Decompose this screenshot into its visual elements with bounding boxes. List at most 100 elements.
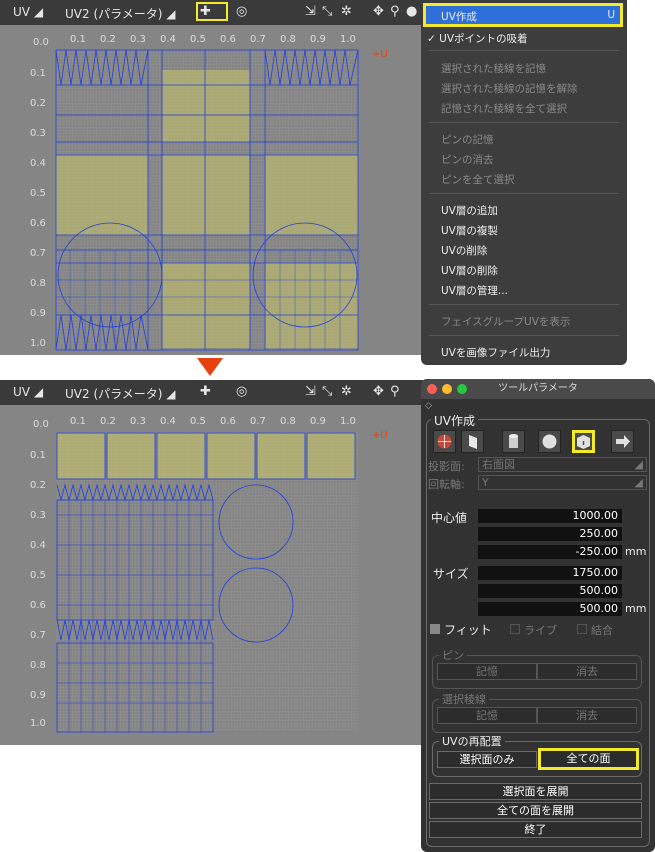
all-faces-button[interactable]: 全ての面 bbox=[538, 748, 639, 770]
rotation-select[interactable]: Y ◢ bbox=[478, 475, 647, 490]
finish-button[interactable]: 終了 bbox=[429, 821, 642, 838]
edge-erase-button[interactable]: 消去 bbox=[537, 707, 637, 724]
menu-separator bbox=[429, 335, 619, 336]
menu-item-select-all-pins[interactable]: ピンを全て選択 bbox=[441, 172, 515, 187]
projection-cylinder-button[interactable] bbox=[502, 430, 525, 453]
axis-col-label: 0.2 bbox=[100, 416, 116, 427]
pin-remember-button[interactable]: 記憶 bbox=[437, 663, 537, 680]
merge-label: 結合 bbox=[591, 624, 613, 637]
projection-box-button[interactable] bbox=[572, 430, 595, 453]
menu-separator bbox=[429, 304, 619, 305]
uv2-menu-button[interactable]: UV2 (パラメータ) ◢ bbox=[65, 5, 176, 22]
uv2-menu-button[interactable]: UV2 (パラメータ) ◢ bbox=[65, 385, 176, 402]
uv-viewport-top[interactable]: 0.0 0.1 0.2 0.3 0.4 0.5 0.6 0.7 0.8 0.9 … bbox=[0, 25, 423, 355]
scale-icon[interactable]: ⤡ bbox=[322, 4, 332, 19]
menu-item-add-uv-layer[interactable]: UV層の追加 bbox=[441, 203, 498, 218]
uv-tool-icon[interactable]: ✚ bbox=[200, 384, 211, 399]
size-x-field[interactable]: 1750.00 bbox=[478, 566, 622, 580]
projection-sphere-button[interactable] bbox=[433, 430, 456, 453]
face bbox=[106, 432, 156, 480]
fit-label: フィット bbox=[444, 623, 492, 637]
scale-icon[interactable]: ⤡ bbox=[322, 384, 332, 399]
menu-separator bbox=[429, 193, 619, 194]
pan-icon[interactable]: ✥ bbox=[373, 384, 384, 399]
edge-remember-button[interactable]: 記憶 bbox=[437, 707, 537, 724]
fit-checkbox[interactable] bbox=[430, 624, 440, 634]
axis-row-label: 0.5 bbox=[30, 188, 46, 199]
pin-erase-button[interactable]: 消去 bbox=[537, 663, 637, 680]
axis-row-label: 0.2 bbox=[30, 98, 46, 109]
circle-icon[interactable]: ● bbox=[406, 4, 417, 19]
gear-icon[interactable]: ✲ bbox=[341, 384, 352, 399]
size-z-field[interactable]: 500.00 bbox=[478, 602, 622, 616]
projection-select[interactable]: 右面図 ◢ bbox=[478, 457, 647, 472]
center-y-field[interactable]: 250.00 bbox=[478, 527, 622, 541]
uv-label: UV bbox=[13, 5, 30, 19]
gear-icon[interactable]: ✲ bbox=[341, 4, 352, 19]
axis-row-label: 0.4 bbox=[30, 158, 46, 169]
projection-arrow-button[interactable] bbox=[611, 430, 634, 453]
axis-row-label: 0.5 bbox=[30, 570, 46, 581]
axis-row-label: 1.0 bbox=[30, 338, 46, 349]
size-label: サイズ bbox=[433, 567, 469, 581]
merge-checkbox[interactable] bbox=[577, 624, 587, 634]
projection-plane-button[interactable] bbox=[461, 430, 484, 453]
uv-viewport-bottom[interactable]: 0.0 0.1 0.2 0.3 0.4 0.5 0.6 0.7 0.8 0.9 … bbox=[0, 405, 423, 745]
uv-canvas-bottom bbox=[56, 432, 358, 733]
zoom-icon[interactable]: ⚲ bbox=[390, 4, 400, 19]
panel-handle-icon[interactable]: ◇ bbox=[425, 401, 432, 411]
close-icon[interactable] bbox=[427, 384, 437, 394]
axis-row-label: 0.1 bbox=[30, 450, 46, 461]
menu-item-snap-uv-points[interactable]: ✓ UVポイントの吸着 bbox=[427, 31, 528, 46]
target-icon[interactable]: ◎ bbox=[236, 4, 247, 19]
live-checkbox[interactable] bbox=[510, 624, 520, 634]
axis-row-label: 0.8 bbox=[30, 660, 46, 671]
menu-item-duplicate-uv-layer[interactable]: UV層の複製 bbox=[441, 223, 498, 238]
menu-item-manage-uv-layers[interactable]: UV層の管理... bbox=[441, 283, 508, 298]
axis-row-label: 0.9 bbox=[30, 308, 46, 319]
axis-col-label: 1.0 bbox=[340, 416, 356, 427]
projection-ball-button[interactable] bbox=[538, 430, 561, 453]
menu-item-delete-uv-layer[interactable]: UV層の削除 bbox=[441, 263, 498, 278]
relayout-group-label: UVの再配置 bbox=[439, 733, 505, 749]
axis-col-label: 0.8 bbox=[280, 416, 296, 427]
menu-item-forget-edges[interactable]: 選択された稜線の記憶を解除 bbox=[441, 81, 578, 96]
face bbox=[162, 155, 250, 235]
uv-menu-button[interactable]: UV ◢ bbox=[13, 5, 43, 19]
axis-col-label: 0.2 bbox=[100, 34, 116, 45]
uv-menu-button[interactable]: UV ◢ bbox=[13, 385, 43, 399]
center-z-field[interactable]: -250.00 bbox=[478, 545, 622, 559]
axis-row-label: 0.6 bbox=[30, 218, 46, 229]
menu-item-export-uv-image[interactable]: UVを画像ファイル出力 bbox=[441, 345, 550, 360]
axis-col-label: 0.4 bbox=[160, 416, 176, 427]
center-x-field[interactable]: 1000.00 bbox=[478, 509, 622, 523]
axis-col-label: 0.0 bbox=[33, 419, 49, 430]
rotation-label: 回転軸: bbox=[428, 478, 465, 491]
expand-all-faces-button[interactable]: 全ての面を展開 bbox=[429, 802, 642, 819]
expand-selected-faces-button[interactable]: 選択面を展開 bbox=[429, 783, 642, 800]
uv-tool-highlight bbox=[196, 2, 228, 21]
move-icon[interactable]: ⇲ bbox=[305, 384, 316, 399]
axis-col-label: 0.6 bbox=[220, 416, 236, 427]
move-icon[interactable]: ⇲ bbox=[305, 4, 316, 19]
menu-item-remember-edges[interactable]: 選択された稜線を記憶 bbox=[441, 61, 546, 76]
face bbox=[206, 432, 256, 480]
axis-corner-mark: +U bbox=[372, 430, 388, 441]
selected-faces-only-button[interactable]: 選択面のみ bbox=[437, 751, 537, 768]
menu-item-erase-pins[interactable]: ピンの消去 bbox=[441, 152, 494, 167]
minimize-icon[interactable] bbox=[442, 384, 452, 394]
menu-item-delete-uv[interactable]: UVの削除 bbox=[441, 243, 487, 258]
face bbox=[265, 155, 358, 235]
size-y-field[interactable]: 500.00 bbox=[478, 584, 622, 598]
zoom-window-icon[interactable] bbox=[457, 384, 467, 394]
pan-icon[interactable]: ✥ bbox=[373, 4, 384, 19]
menu-item-show-facegroup-uv[interactable]: フェイスグループUVを表示 bbox=[441, 314, 570, 329]
zoom-icon[interactable]: ⚲ bbox=[390, 384, 400, 399]
menu-item-remember-pins[interactable]: ピンの記憶 bbox=[441, 132, 494, 147]
axis-col-label: 0.3 bbox=[130, 34, 146, 45]
live-label: ライブ bbox=[524, 624, 557, 637]
menu-item-select-remembered-edges[interactable]: 記憶された稜線を全て選択 bbox=[441, 101, 567, 116]
target-icon[interactable]: ◎ bbox=[236, 384, 247, 399]
menu-item-uv-create[interactable]: UV作成 bbox=[441, 9, 477, 24]
axis-col-label: 0.6 bbox=[220, 34, 236, 45]
